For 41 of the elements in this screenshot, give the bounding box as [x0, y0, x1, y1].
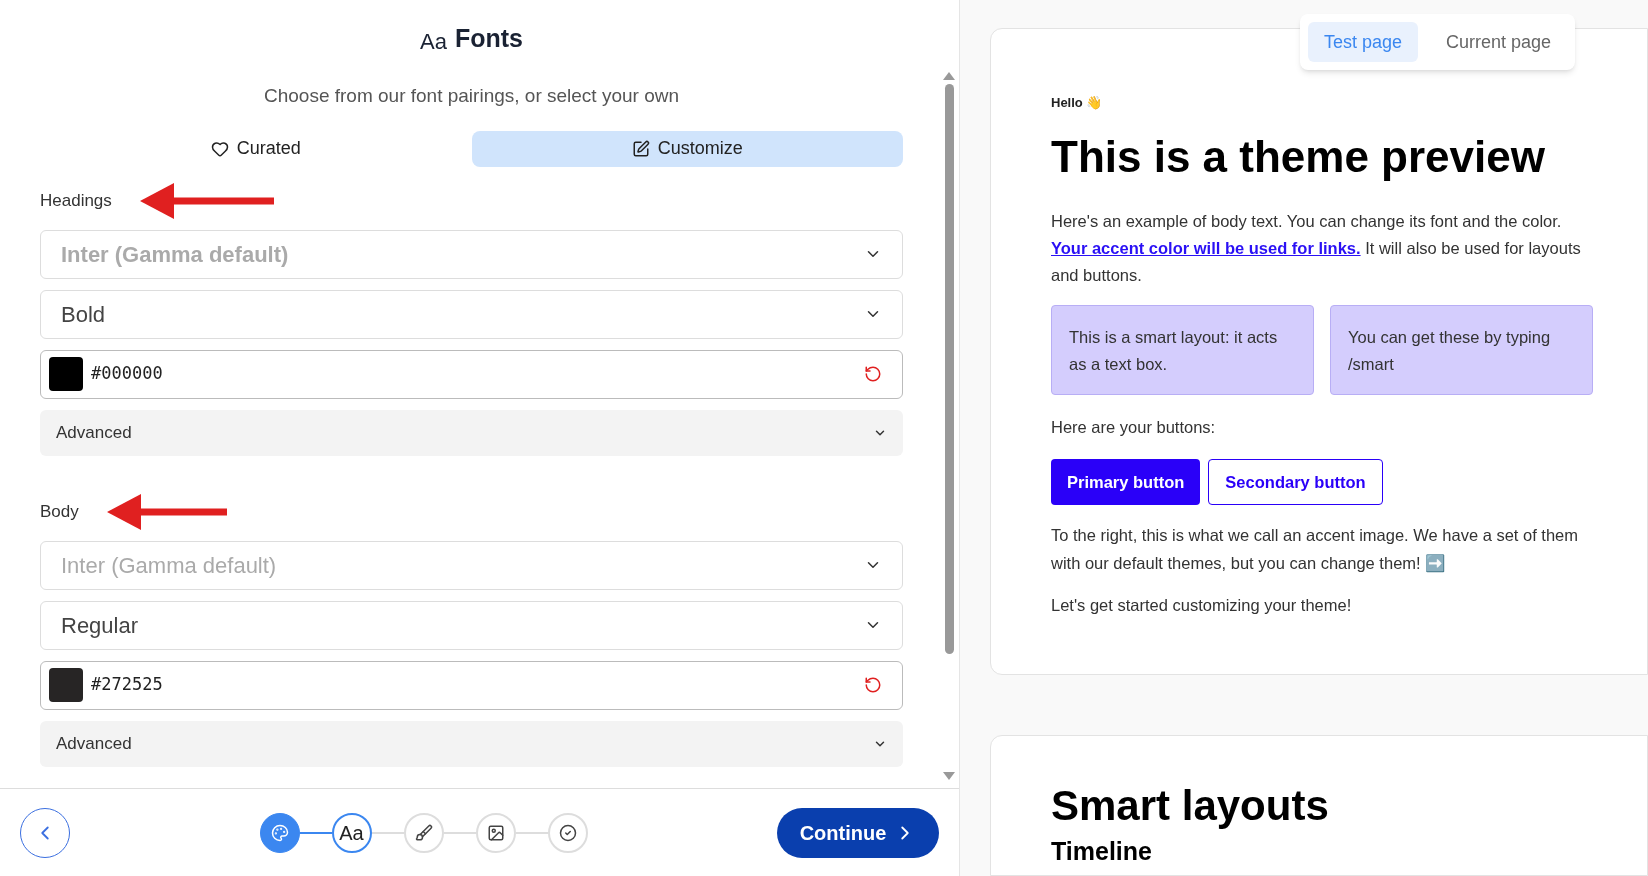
buttons-label: Here are your buttons: — [1051, 416, 1217, 438]
heart-icon — [210, 139, 229, 158]
panel-subtitle: Choose from our font pairings, or select your own — [263, 84, 680, 108]
section-label: Headings — [40, 189, 112, 212]
advanced-accordion[interactable]: Advanced — [40, 720, 903, 767]
preview-heading: This is a theme preview — [1051, 130, 1546, 183]
color-swatch[interactable] — [49, 668, 83, 702]
accent-link[interactable]: Your accent color will be used for links. — [1051, 238, 1361, 257]
primary-button[interactable]: Primary button — [1051, 459, 1201, 506]
color-value: #272525 — [91, 673, 164, 697]
section-label: Body — [40, 500, 79, 523]
step-button[interactable]: Aa — [331, 812, 372, 853]
section-heading: Smart layouts — [1051, 781, 1330, 831]
weight-dropdown[interactable]: Bold — [40, 289, 903, 339]
reset-icon[interactable] — [864, 676, 882, 694]
preview-tab[interactable]: Current page — [1430, 22, 1568, 62]
image-icon — [486, 823, 505, 842]
color-value: #000000 — [91, 362, 164, 386]
body-text: To the right, this is what we call an accent image. We have a set of them with our default themes, but you can change them! ➡ — [1051, 525, 1580, 575]
color-input[interactable]: #000000 — [40, 349, 903, 399]
secondary-button[interactable]: Secondary button — [1208, 459, 1383, 506]
mode-tab[interactable]: Customize — [471, 130, 903, 167]
color-input[interactable]: #272525 — [40, 660, 903, 710]
brush-icon — [414, 823, 433, 842]
check-circle-icon — [558, 823, 577, 842]
advanced-accordion[interactable]: Advanced — [40, 409, 903, 456]
smart-layout-box: This is a smart layout: it acts as a text box. — [1051, 304, 1314, 395]
weight-dropdown[interactable]: Regular — [40, 600, 903, 650]
mode-tab[interactable]: Curated — [40, 130, 472, 167]
color-swatch[interactable] — [49, 357, 83, 391]
body-text: Here's an example of body text. You can change its font and the color. Your accent color will be used for links. It will also be used for layouts and buttons. — [1051, 210, 1582, 286]
smart-layout-box: You can get these by typing /smart — [1330, 304, 1593, 395]
reset-icon[interactable] — [864, 365, 882, 383]
font-icon: Aa — [420, 24, 447, 58]
palette-icon — [270, 823, 289, 842]
section-subheading: Timeline — [1051, 835, 1153, 867]
greeting-text: Hello 👋 — [1051, 94, 1104, 112]
edit-icon — [631, 139, 650, 158]
body-text: Let's get started customizing your theme! — [1051, 595, 1353, 617]
continue-button[interactable]: Continue — [777, 807, 939, 858]
panel-title: Fonts — [454, 23, 523, 55]
